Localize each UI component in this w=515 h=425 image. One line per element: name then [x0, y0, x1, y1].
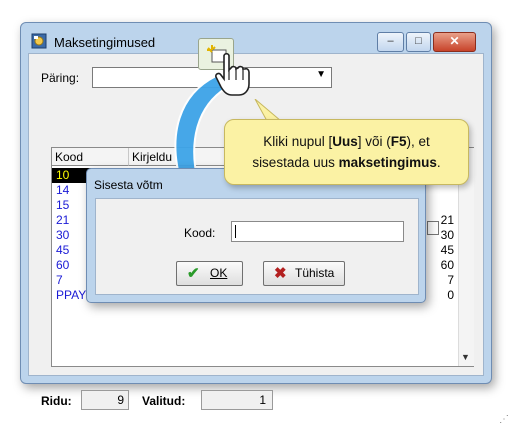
query-label: Päring: [41, 71, 80, 85]
ok-label: OK [210, 266, 228, 280]
window-title: Maksetingimused [54, 35, 156, 50]
cancel-button[interactable]: ✖ Tühista [263, 261, 345, 286]
ok-button[interactable]: ✔ OK [176, 261, 243, 286]
dialog-body: Kood: ✔ OK ✖ Tühista [95, 198, 419, 295]
text-caret [235, 225, 236, 238]
payment-terms-icon [31, 33, 47, 49]
row-checkbox[interactable] [427, 221, 439, 235]
minimize-icon: – [387, 35, 394, 47]
title-bar[interactable]: Maksetingimused – □ ✕ [21, 23, 491, 53]
callout-text-bold: Uus [332, 134, 358, 149]
dialog-title: Sisesta võtm [94, 178, 163, 192]
instruction-callout: Kliki nupul [Uus] või (F5), et sisestada… [224, 119, 469, 185]
chevron-down-icon[interactable]: ▼ [316, 69, 326, 80]
callout-text: sisestada uus [252, 155, 339, 170]
callout-line-1: Kliki nupul [Uus] või (F5), et [225, 131, 468, 152]
callout-text: Kliki nupul [ [263, 134, 333, 149]
close-icon: ✕ [449, 34, 460, 48]
callout-text: ), et [406, 134, 430, 149]
callout-text-bold: F5 [390, 134, 407, 149]
selected-count-label: Valitud: [142, 394, 186, 408]
code-input[interactable] [231, 221, 404, 242]
checkmark-icon: ✔ [187, 265, 200, 282]
code-label: Kood: [184, 226, 216, 240]
row-count-label: Ridu: [41, 394, 72, 408]
x-icon: ✖ [274, 265, 287, 282]
cancel-label: Tühista [295, 266, 335, 280]
hand-pointer-icon [215, 52, 250, 96]
selected-count-value: 1 [201, 390, 273, 410]
column-header-code[interactable]: Kood [52, 148, 129, 166]
callout-text: . [436, 155, 441, 170]
enter-key-dialog: Sisesta võtm Kood: ✔ OK ✖ Tühista [86, 168, 426, 303]
close-button[interactable]: ✕ [433, 32, 476, 52]
minimize-button[interactable]: – [377, 32, 404, 52]
callout-text-bold: maksetingimus [338, 155, 437, 170]
callout-text: ] või ( [357, 134, 391, 149]
scroll-down-icon[interactable]: ▼ [461, 352, 470, 362]
resize-grip-icon[interactable]: ⋰ [499, 414, 509, 425]
row-count-value: 9 [81, 390, 129, 410]
callout-line-2: sisestada uus maksetingimus. [225, 152, 468, 173]
maximize-icon: □ [415, 35, 422, 47]
maximize-button[interactable]: □ [406, 32, 431, 52]
